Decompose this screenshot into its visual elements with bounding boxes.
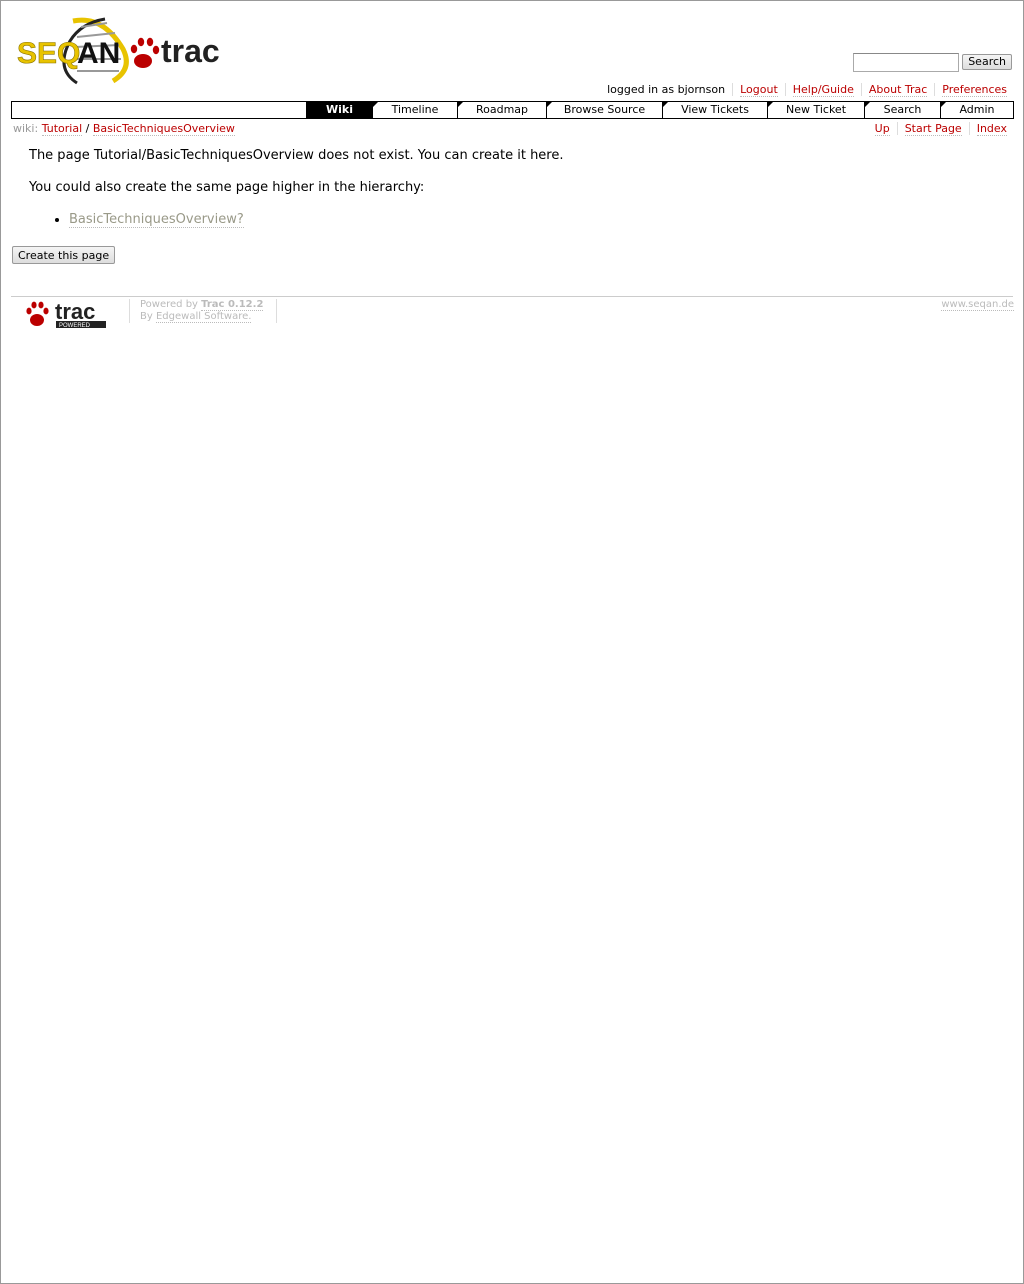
- logout-link[interactable]: Logout: [740, 83, 778, 97]
- hierarchy-list: BasicTechniquesOverview?: [29, 211, 564, 228]
- page-content: The page Tutorial/BasicTechniquesOvervie…: [29, 147, 564, 228]
- search-button[interactable]: Search: [962, 54, 1012, 70]
- help-guide-link[interactable]: Help/Guide: [792, 83, 854, 97]
- svg-text:trac: trac: [55, 299, 95, 324]
- breadcrumb-tutorial-link[interactable]: Tutorial: [41, 122, 83, 136]
- svg-text:trac: trac: [161, 33, 220, 69]
- footer-credits: Powered by Trac 0.12.2 By Edgewall Softw…: [140, 299, 264, 323]
- breadcrumb: wiki: Tutorial / BasicTechniquesOverview: [13, 122, 235, 136]
- tab-search[interactable]: Search: [864, 102, 940, 118]
- trac-powered-logo[interactable]: trac POWERED: [23, 299, 109, 331]
- tab-roadmap[interactable]: Roadmap: [457, 102, 546, 118]
- svg-text:AN: AN: [77, 37, 120, 70]
- svg-text:POWERED: POWERED: [59, 323, 91, 329]
- missing-page-link[interactable]: BasicTechniquesOverview?: [69, 212, 244, 228]
- tab-wiki[interactable]: Wiki: [306, 102, 372, 118]
- breadcrumb-prefix: wiki:: [13, 122, 39, 135]
- footer-separator: [276, 299, 277, 323]
- main-navigation: Wiki Timeline Roadmap Browse Source View…: [11, 101, 1014, 119]
- tab-timeline[interactable]: Timeline: [372, 102, 457, 118]
- up-link[interactable]: Up: [874, 122, 890, 136]
- preferences-link[interactable]: Preferences: [942, 83, 1007, 97]
- search-input[interactable]: [853, 53, 959, 72]
- logged-in-label: logged in as bjornson: [607, 83, 726, 96]
- create-page-button[interactable]: Create this page: [12, 246, 116, 264]
- trac-version-link[interactable]: Trac 0.12.2: [201, 299, 264, 311]
- edgewall-link[interactable]: Edgewall Software.: [155, 311, 252, 323]
- seqan-trac-logo[interactable]: SEQ AN trac: [15, 11, 230, 86]
- context-navigation: Up Start Page Index: [868, 122, 1014, 136]
- index-link[interactable]: Index: [976, 122, 1007, 136]
- site-link[interactable]: www.seqan.de: [941, 299, 1014, 311]
- tab-new-ticket[interactable]: New Ticket: [767, 102, 864, 118]
- by-label: By: [140, 311, 153, 322]
- meta-navigation: logged in as bjornson Logout Help/Guide …: [600, 83, 1014, 97]
- missing-page-message: The page Tutorial/BasicTechniquesOvervie…: [29, 148, 564, 163]
- list-item: BasicTechniquesOverview?: [69, 211, 564, 228]
- start-page-link[interactable]: Start Page: [904, 122, 962, 136]
- about-trac-link[interactable]: About Trac: [868, 83, 928, 97]
- footer-divider: [11, 296, 1013, 297]
- svg-text:SEQ: SEQ: [17, 37, 80, 70]
- tab-browse-source[interactable]: Browse Source: [546, 102, 662, 118]
- hierarchy-message: You could also create the same page high…: [29, 180, 425, 195]
- powered-by-label: Powered by: [140, 299, 198, 310]
- tab-admin[interactable]: Admin: [940, 102, 1013, 118]
- footer-site: www.seqan.de: [941, 299, 1014, 311]
- tab-view-tickets[interactable]: View Tickets: [662, 102, 767, 118]
- breadcrumb-separator: /: [85, 122, 90, 135]
- footer-separator: [129, 299, 130, 323]
- breadcrumb-current-link[interactable]: BasicTechniquesOverview: [92, 122, 235, 136]
